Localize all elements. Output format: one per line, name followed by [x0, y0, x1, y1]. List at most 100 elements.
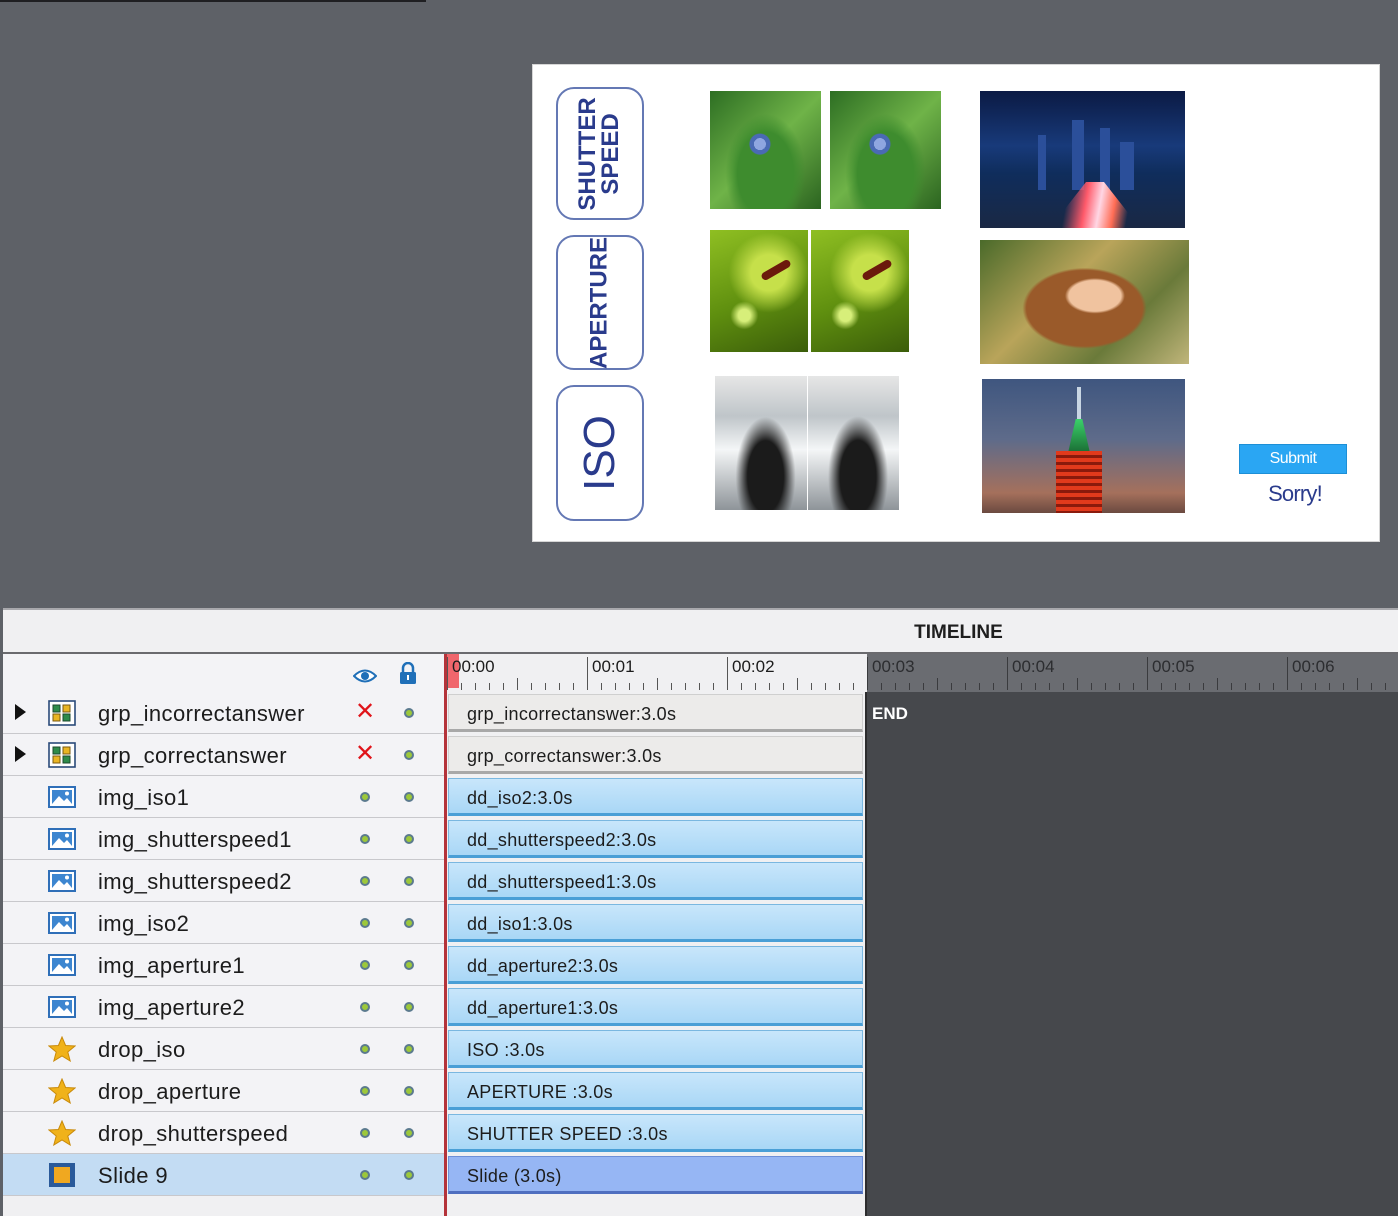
ruler-minor-tick: [965, 683, 966, 690]
timeline-bar[interactable]: grp_incorrectanswer:3.0s: [448, 694, 863, 732]
visibility-dot-icon[interactable]: [353, 784, 377, 808]
visibility-dot-icon[interactable]: [353, 994, 377, 1018]
timeline-title: TIMELINE: [914, 622, 1003, 643]
ruler-minor-tick: [1329, 683, 1330, 690]
visibility-dot-icon[interactable]: [353, 868, 377, 892]
timeline-bar[interactable]: dd_iso1:3.0s: [448, 904, 863, 942]
ruler-minor-tick: [1245, 683, 1246, 690]
hidden-x-icon[interactable]: ✕: [353, 742, 377, 766]
lock-dot-icon[interactable]: [397, 952, 421, 976]
time-ruler[interactable]: 00:00 00:01 00:02 00:03 00:04 00:05 00:06: [447, 654, 1398, 692]
layer-row[interactable]: img_shutterspeed1: [3, 818, 445, 860]
expand-arrow-icon[interactable]: [15, 704, 26, 720]
ruler-minor-tick: [1189, 683, 1190, 690]
ruler-minor-tick: [1315, 683, 1316, 690]
timeline-bar[interactable]: SHUTTER SPEED :3.0s: [448, 1114, 863, 1152]
layer-name: drop_shutterspeed: [98, 1121, 289, 1146]
img-aperture2[interactable]: [811, 230, 909, 352]
ruler-minor-tick: [503, 683, 504, 690]
visibility-dot-icon[interactable]: [353, 1036, 377, 1060]
ruler-minor-tick: [923, 683, 924, 690]
playhead-line[interactable]: [444, 654, 447, 1216]
ruler-minor-tick: [545, 683, 546, 690]
shutter-speed-drop-target[interactable]: SHUTTER SPEED: [556, 87, 644, 220]
timeline-bar[interactable]: dd_shutterspeed2:3.0s: [448, 820, 863, 858]
ruler-minor-tick: [1343, 683, 1344, 690]
layer-row[interactable]: drop_aperture: [3, 1070, 445, 1112]
lock-dot-icon[interactable]: [397, 1036, 421, 1060]
visibility-dot-icon[interactable]: [353, 1162, 377, 1186]
ruler-minor-tick: [531, 683, 532, 690]
visibility-dot-icon[interactable]: [353, 826, 377, 850]
layer-row[interactable]: drop_iso: [3, 1028, 445, 1070]
image-icon: [48, 784, 76, 810]
ruler-tick-label: 00:01: [587, 657, 635, 690]
visibility-dot-icon[interactable]: [353, 1078, 377, 1102]
lock-dot-icon[interactable]: [397, 1120, 421, 1144]
lock-dot-icon[interactable]: [397, 742, 421, 766]
timeline-bar[interactable]: dd_aperture2:3.0s: [448, 946, 863, 984]
layer-row[interactable]: drop_shutterspeed: [3, 1112, 445, 1154]
ruler-minor-tick: [937, 678, 938, 690]
ruler-minor-tick: [783, 683, 784, 690]
layer-name: img_aperture2: [98, 995, 246, 1020]
lock-icon[interactable]: [399, 662, 417, 684]
slide-canvas[interactable]: SHUTTER SPEED APERTURE ISO Submit Sorry!: [532, 64, 1380, 542]
image-icon: [48, 868, 76, 894]
lock-dot-icon[interactable]: [397, 1162, 421, 1186]
timeline-bar[interactable]: ISO :3.0s: [448, 1030, 863, 1068]
ruler-tick-label: 00:03: [867, 657, 915, 690]
ruler-minor-tick: [1091, 683, 1092, 690]
ruler-minor-tick: [517, 678, 518, 690]
layer-name: img_iso1: [98, 785, 190, 810]
img-shutterspeed1[interactable]: [710, 91, 821, 209]
layer-row[interactable]: img_iso1: [3, 776, 445, 818]
visibility-dot-icon[interactable]: [353, 952, 377, 976]
ruler-minor-tick: [1231, 683, 1232, 690]
timeline-bar[interactable]: grp_correctanswer:3.0s: [448, 736, 863, 774]
img-iso1[interactable]: [715, 376, 807, 510]
lock-dot-icon[interactable]: [397, 700, 421, 724]
timeline-bar[interactable]: Slide (3.0s): [448, 1156, 863, 1194]
ruler-minor-tick: [601, 683, 602, 690]
timeline-bar[interactable]: dd_aperture1:3.0s: [448, 988, 863, 1026]
ruler-minor-tick: [811, 683, 812, 690]
ruler-minor-tick: [657, 678, 658, 690]
img-aperture1[interactable]: [710, 230, 808, 352]
layer-row[interactable]: img_aperture2: [3, 986, 445, 1028]
layer-row[interactable]: grp_incorrectanswer ✕: [3, 692, 445, 734]
layer-row[interactable]: Slide 9: [3, 1154, 445, 1196]
hidden-x-icon[interactable]: ✕: [353, 700, 377, 724]
iso-drop-target[interactable]: ISO: [556, 385, 644, 521]
layer-row[interactable]: img_aperture1: [3, 944, 445, 986]
lock-dot-icon[interactable]: [397, 910, 421, 934]
timeline-bar[interactable]: dd_iso2:3.0s: [448, 778, 863, 816]
lock-dot-icon[interactable]: [397, 826, 421, 850]
aperture-label: APERTURE: [585, 236, 613, 369]
expand-arrow-icon[interactable]: [15, 746, 26, 762]
lock-dot-icon[interactable]: [397, 1078, 421, 1102]
ruler-minor-tick: [573, 683, 574, 690]
ruler-minor-tick: [1105, 683, 1106, 690]
end-label: END: [872, 704, 908, 723]
ruler-minor-tick: [475, 683, 476, 690]
visibility-dot-icon[interactable]: [353, 910, 377, 934]
visibility-dot-icon[interactable]: [353, 1120, 377, 1144]
submit-button[interactable]: Submit: [1239, 444, 1347, 474]
img-shutterspeed2[interactable]: [830, 91, 941, 209]
ruler-minor-tick: [713, 683, 714, 690]
layer-row[interactable]: img_shutterspeed2: [3, 860, 445, 902]
lock-dot-icon[interactable]: [397, 784, 421, 808]
layer-row[interactable]: img_iso2: [3, 902, 445, 944]
timeline-bar[interactable]: APERTURE :3.0s: [448, 1072, 863, 1110]
aperture-drop-target[interactable]: APERTURE: [556, 235, 644, 370]
eye-icon[interactable]: [353, 669, 377, 683]
end-divider[interactable]: [865, 692, 867, 1216]
lock-dot-icon[interactable]: [397, 868, 421, 892]
ruler-minor-tick: [825, 683, 826, 690]
layer-row[interactable]: grp_correctanswer ✕: [3, 734, 445, 776]
img-iso2[interactable]: [808, 376, 899, 510]
ruler-minor-tick: [853, 683, 854, 690]
timeline-bar[interactable]: dd_shutterspeed1:3.0s: [448, 862, 863, 900]
lock-dot-icon[interactable]: [397, 994, 421, 1018]
